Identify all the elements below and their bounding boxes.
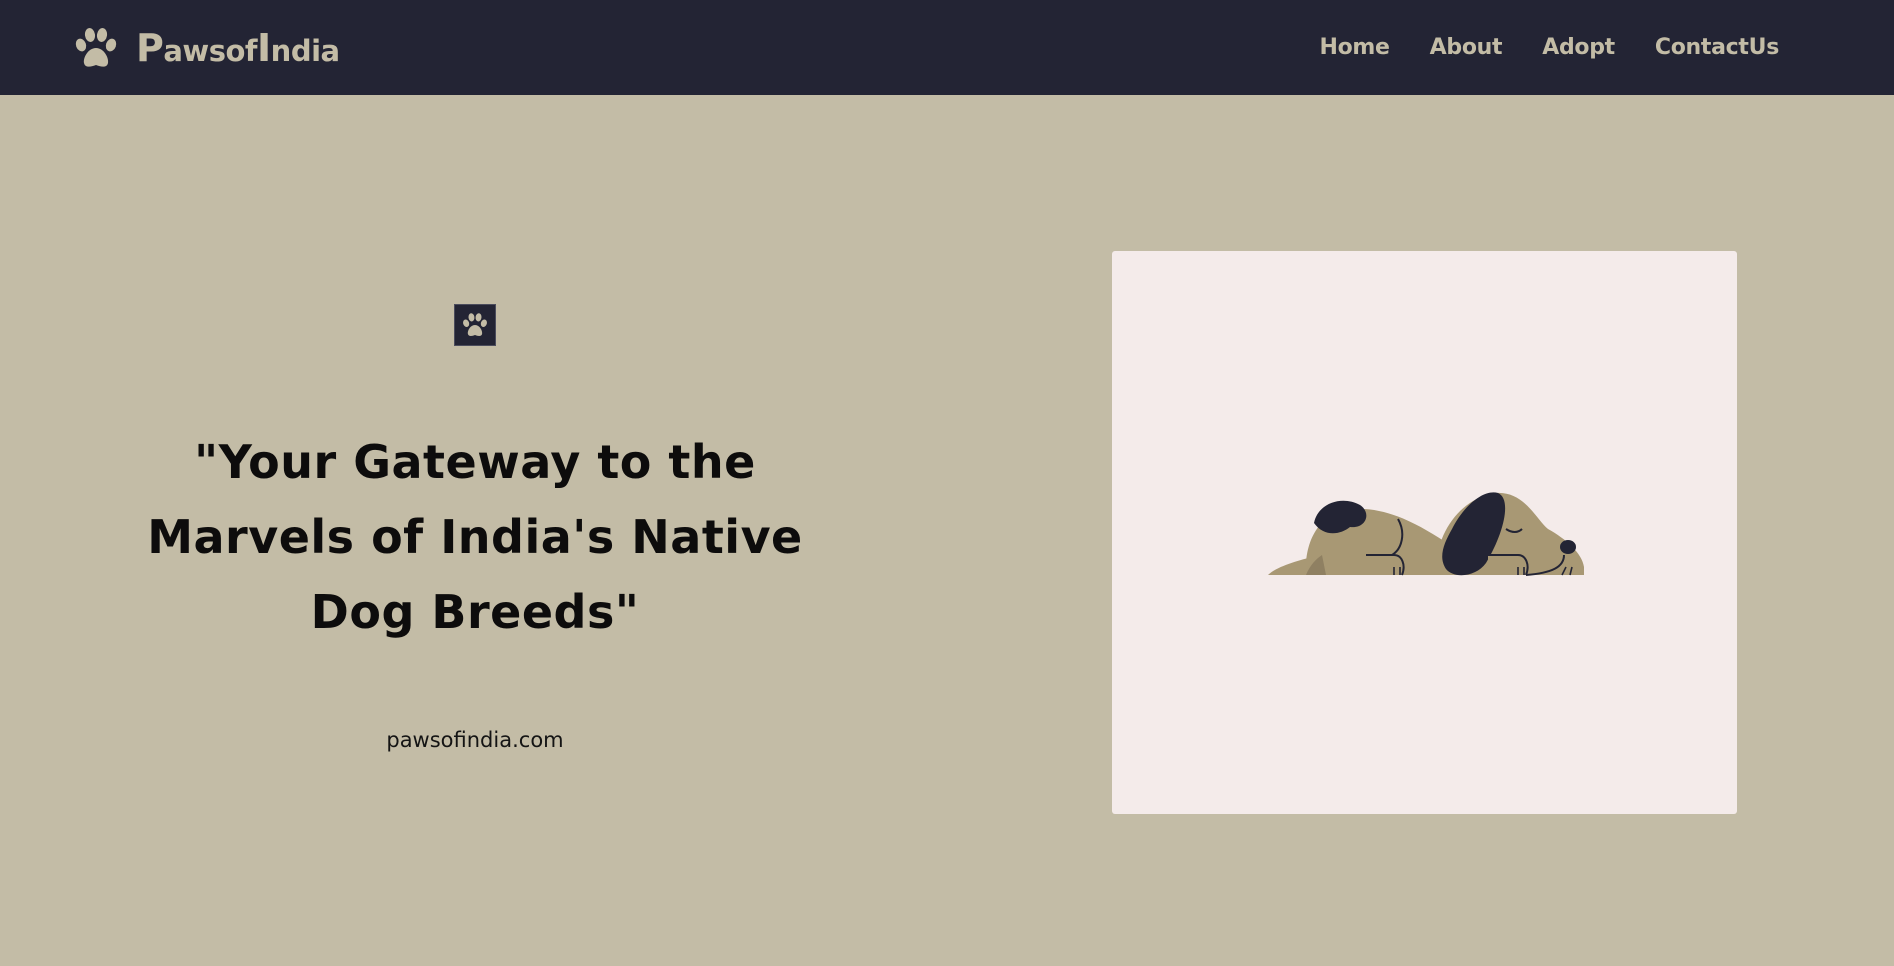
brand-name: PawsofIndia (136, 25, 340, 70)
nav-link-about[interactable]: About (1430, 35, 1503, 60)
site-url: pawsofindia.com (386, 728, 564, 752)
brand[interactable]: PawsofIndia (74, 26, 340, 70)
nav-links: Home About Adopt ContactUs (1319, 35, 1779, 60)
paw-icon (75, 27, 117, 67)
paw-badge (454, 304, 496, 346)
nav-link-home[interactable]: Home (1319, 35, 1389, 60)
hero-headline: "Your Gateway to the Marvels of India's … (147, 435, 803, 639)
top-navbar: PawsofIndia Home About Adopt ContactUs (0, 0, 1894, 95)
nav-link-adopt[interactable]: Adopt (1542, 35, 1615, 60)
paw-icon (463, 313, 487, 337)
hero-image-card (1112, 251, 1737, 814)
nav-link-contactus[interactable]: ContactUs (1655, 35, 1779, 60)
sleeping-dog-illustration (1268, 492, 1584, 576)
